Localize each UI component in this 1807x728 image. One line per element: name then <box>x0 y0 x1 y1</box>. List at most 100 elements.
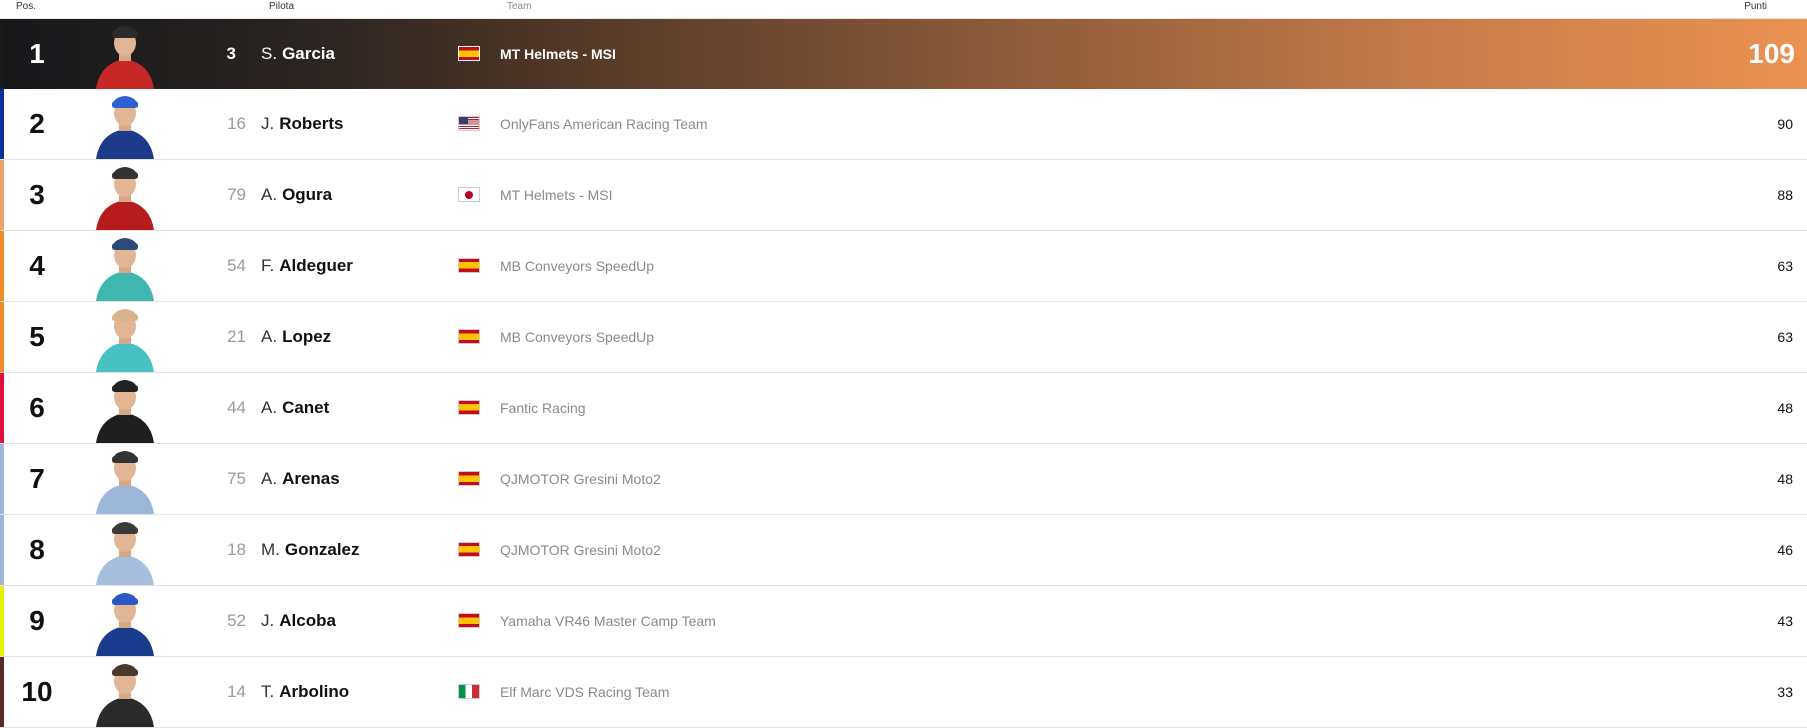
points: 63 <box>1777 258 1793 274</box>
rider-number: 3 <box>226 44 236 63</box>
team-color-stripe <box>0 160 4 230</box>
spain-flag <box>458 471 480 486</box>
position: 5 <box>29 321 45 352</box>
table-row[interactable]: 6 44 A. Canet Fantic Racing 48 <box>0 373 1807 444</box>
team-name: QJMOTOR Gresini Moto2 <box>500 471 661 487</box>
rider-name[interactable]: A. Lopez <box>261 302 331 372</box>
table-row[interactable]: 1 3 S. Garcia MT Helmets - MSI 109 <box>0 19 1807 89</box>
rider-initial: A. <box>261 327 278 346</box>
standings-table: Pos. Pilota Team Punti 1 3 S. Garcia MT Helm… <box>0 0 1807 728</box>
rider-photo <box>96 309 154 372</box>
team-name: MB Conveyors SpeedUp <box>500 329 655 345</box>
rider-photo <box>96 593 154 656</box>
points: 48 <box>1777 400 1793 416</box>
rider-surname: Arbolino <box>279 682 350 701</box>
team-color-stripe <box>0 19 4 89</box>
table-row[interactable]: 7 75 A. Arenas QJMOTOR Gresini Moto2 48 <box>0 444 1807 515</box>
rider-number: 16 <box>227 114 246 133</box>
rider-photo <box>96 238 154 301</box>
rider-number: 79 <box>227 185 246 204</box>
points: 63 <box>1777 329 1793 345</box>
rider-name[interactable]: A. Canet <box>261 373 329 443</box>
rider-name[interactable]: A. Ogura <box>261 160 332 230</box>
position: 4 <box>29 250 45 281</box>
italy-flag <box>458 684 480 699</box>
team-color-stripe <box>0 515 4 585</box>
position: 1 <box>29 38 45 69</box>
team-name: Yamaha VR46 Master Camp Team <box>500 613 716 629</box>
points: 46 <box>1777 542 1793 558</box>
spain-flag <box>458 542 480 557</box>
rider-initial: A. <box>261 469 278 488</box>
team-name: QJMOTOR Gresini Moto2 <box>500 542 661 558</box>
rider-initial: J. <box>261 611 275 630</box>
rider-surname: Roberts <box>279 114 344 133</box>
rider-number: 75 <box>227 469 246 488</box>
points: 109 <box>1748 38 1795 69</box>
table-row[interactable]: 9 52 J. Alcoba Yamaha VR46 Master Camp Team 4… <box>0 586 1807 657</box>
table-row[interactable]: 3 79 A. Ogura MT Helmets - MSI 88 <box>0 160 1807 231</box>
points: 48 <box>1777 471 1793 487</box>
rider-surname: Ogura <box>282 185 333 204</box>
position: 3 <box>29 179 45 210</box>
table-row[interactable]: 8 18 M. Gonzalez QJMOTOR Gresini Moto2 46 <box>0 515 1807 586</box>
table-row[interactable]: 5 21 A. Lopez MB Conveyors SpeedUp 63 <box>0 302 1807 373</box>
points: 43 <box>1777 613 1793 629</box>
rider-name[interactable]: A. Arenas <box>261 444 340 514</box>
rider-initial: F. <box>261 256 275 275</box>
rider-name[interactable]: M. Gonzalez <box>261 515 360 585</box>
header-pos: Pos. <box>16 1 37 12</box>
team-name: OnlyFans American Racing Team <box>500 116 708 132</box>
rider-surname: Lopez <box>282 327 332 346</box>
team-name: MT Helmets - MSI <box>500 46 616 62</box>
spain-flag <box>458 258 480 273</box>
rider-number: 52 <box>227 611 246 630</box>
japan-flag <box>458 187 480 202</box>
rider-initial: A. <box>261 185 278 204</box>
rider-name[interactable]: S. Garcia <box>261 19 335 89</box>
rider-photo <box>96 167 154 230</box>
rider-surname: Gonzalez <box>284 540 360 559</box>
table-header: Pos. Pilota Team Punti <box>0 0 1807 19</box>
table-row[interactable]: 10 14 T. Arbolino Elf Marc VDS Racing Team 33 <box>0 657 1807 728</box>
spain-flag <box>458 613 480 628</box>
team-color-stripe <box>0 586 4 656</box>
rider-number: 21 <box>227 327 246 346</box>
rider-initial: T. <box>261 682 275 701</box>
spain-flag <box>458 400 480 415</box>
team-name: MB Conveyors SpeedUp <box>500 258 655 274</box>
rider-number: 18 <box>227 540 246 559</box>
position: 6 <box>29 392 45 423</box>
rider-initial: J. <box>261 114 275 133</box>
table-row[interactable]: 4 54 F. Aldeguer MB Conveyors SpeedUp 63 <box>0 231 1807 302</box>
rider-photo <box>96 96 154 159</box>
rider-number: 44 <box>227 398 246 417</box>
rider-surname: Aldeguer <box>279 256 353 275</box>
rider-photo <box>96 380 154 443</box>
rider-photo <box>96 522 154 585</box>
rider-name[interactable]: J. Roberts <box>261 89 343 159</box>
position: 8 <box>29 534 45 565</box>
rider-surname: Alcoba <box>279 611 336 630</box>
position: 9 <box>29 605 45 636</box>
rider-photo <box>96 451 154 514</box>
rider-name[interactable]: J. Alcoba <box>261 586 336 656</box>
rider-name[interactable]: F. Aldeguer <box>261 231 353 301</box>
team-color-stripe <box>0 231 4 301</box>
header-punti: Punti <box>1744 1 1767 12</box>
position: 2 <box>29 108 45 139</box>
rider-initial: M. <box>261 540 280 559</box>
rider-surname: Canet <box>282 398 330 417</box>
table-row[interactable]: 2 16 J. Roberts OnlyFans American Racing Tea… <box>0 89 1807 160</box>
rider-surname: Arenas <box>282 469 340 488</box>
points: 90 <box>1777 116 1793 132</box>
spain-flag <box>458 46 480 61</box>
rider-number: 54 <box>227 256 246 275</box>
position: 7 <box>29 463 45 494</box>
rider-photo <box>96 26 154 89</box>
team-color-stripe <box>0 444 4 514</box>
rider-initial: S. <box>261 44 278 63</box>
usa-flag <box>458 116 480 131</box>
team-name: Fantic Racing <box>500 400 586 416</box>
team-color-stripe <box>0 89 4 159</box>
